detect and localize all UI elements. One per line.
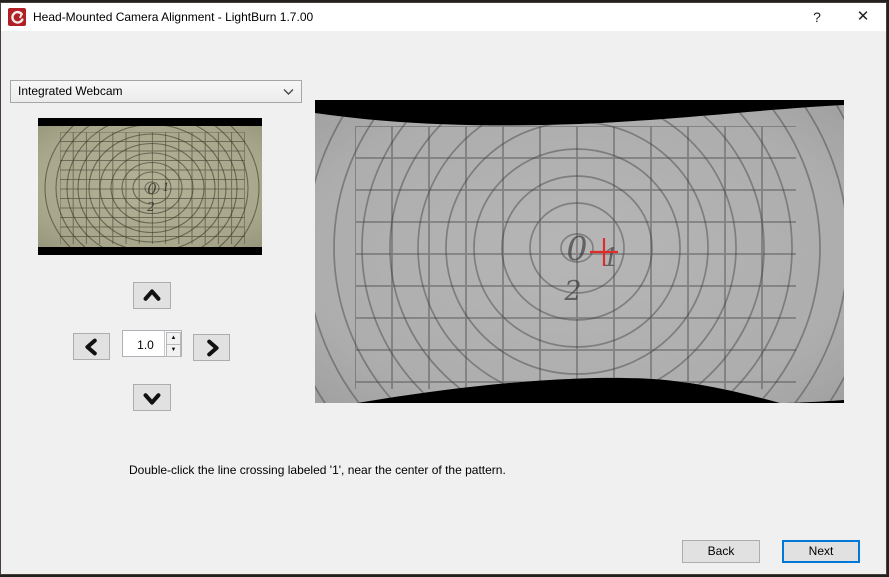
spin-up-icon: ▲ <box>171 335 177 341</box>
nudge-step-spinbox: ▲ ▼ <box>122 330 182 357</box>
nudge-right-button[interactable] <box>193 334 230 361</box>
chevron-down-icon <box>283 88 294 96</box>
camera-alignment-view[interactable]: 0 1 2 <box>315 100 844 403</box>
camera-select-value: Integrated Webcam <box>18 84 123 98</box>
spin-down-button[interactable]: ▼ <box>166 344 181 357</box>
svg-text:0: 0 <box>147 180 157 198</box>
camera-select[interactable]: Integrated Webcam <box>10 80 302 103</box>
spinner-column: ▲ ▼ <box>164 331 181 356</box>
svg-text:1: 1 <box>603 243 619 272</box>
svg-text:2: 2 <box>563 276 581 307</box>
svg-text:1: 1 <box>163 181 170 194</box>
instruction-text: Double-click the line crossing labeled '… <box>129 463 506 477</box>
next-button[interactable]: Next <box>782 540 860 563</box>
chevron-right-icon <box>201 337 223 359</box>
camera-preview-thumbnail: 0 1 2 <box>38 118 262 255</box>
nudge-down-button[interactable] <box>133 384 171 411</box>
lightburn-app-icon <box>8 8 26 26</box>
close-button[interactable]: ✕ <box>844 3 882 31</box>
help-button[interactable]: ? <box>798 3 836 31</box>
chevron-up-icon <box>141 285 163 307</box>
svg-text:2: 2 <box>146 200 155 214</box>
chevron-down-arrow-icon <box>141 387 163 409</box>
camera-alignment-dialog: Head-Mounted Camera Alignment - LightBur… <box>0 2 887 575</box>
spin-down-icon: ▼ <box>171 347 177 353</box>
window-title: Head-Mounted Camera Alignment - LightBur… <box>33 3 313 31</box>
title-bar: Head-Mounted Camera Alignment - LightBur… <box>1 3 886 31</box>
nudge-up-button[interactable] <box>133 282 171 309</box>
nudge-left-button[interactable] <box>73 333 110 360</box>
nudge-step-input[interactable] <box>123 331 168 358</box>
back-button[interactable]: Back <box>682 540 760 563</box>
svg-text:0: 0 <box>567 229 588 268</box>
chevron-left-icon <box>81 336 103 358</box>
